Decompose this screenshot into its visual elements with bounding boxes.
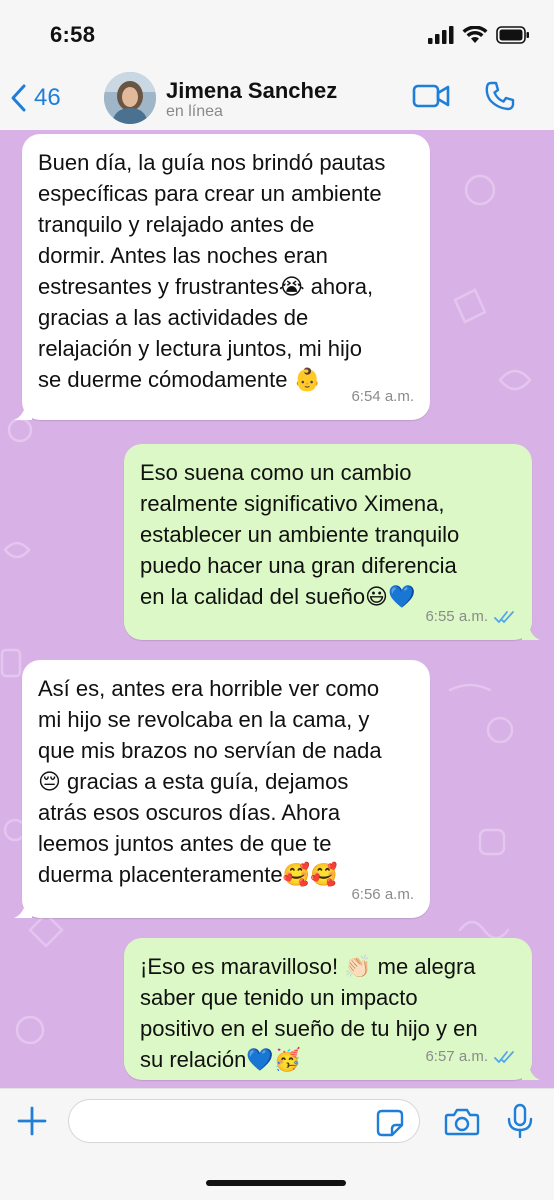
message-time: 6:55 a.m. xyxy=(425,608,488,625)
voice-call-button[interactable] xyxy=(484,80,516,117)
back-button[interactable]: 46 xyxy=(10,82,61,114)
message-incoming[interactable]: Así es, antes era horrible ver como mi h… xyxy=(14,660,430,918)
video-call-button[interactable] xyxy=(412,82,452,115)
status-bar: 6:58 xyxy=(0,0,554,70)
video-camera-icon xyxy=(412,84,450,108)
message-incoming[interactable]: Buen día, la guía nos brindó pautas espe… xyxy=(14,134,430,420)
camera-button[interactable] xyxy=(444,1107,480,1142)
message-meta: 6:55 a.m. xyxy=(425,601,516,632)
bubble-tail xyxy=(14,402,32,420)
message-text: Eso suena como un cambio realmente signi… xyxy=(140,460,460,609)
message-text: Así es, antes era horrible ver como mi h… xyxy=(38,676,382,887)
status-icons xyxy=(428,24,530,46)
sticker-button[interactable] xyxy=(376,1109,404,1142)
avatar[interactable] xyxy=(104,72,156,124)
message-time: 6:56 a.m. xyxy=(351,886,414,903)
message-time: 6:57 a.m. xyxy=(425,1048,488,1065)
message-text: Buen día, la guía nos brindó pautas espe… xyxy=(38,150,386,392)
phone-icon xyxy=(485,81,515,111)
message-meta: 6:56 a.m. xyxy=(351,879,414,910)
message-outgoing[interactable]: Eso suena como un cambio realmente signi… xyxy=(124,444,540,640)
message-meta: 6:57 a.m. xyxy=(425,1041,516,1072)
message-meta: 6:54 a.m. xyxy=(351,381,414,412)
microphone-button[interactable] xyxy=(506,1103,534,1144)
bubble-tail xyxy=(522,1062,540,1080)
attach-button[interactable] xyxy=(16,1105,48,1142)
sticker-icon xyxy=(376,1109,404,1137)
bubble-tail xyxy=(522,622,540,640)
contact-name[interactable]: Jimena Sanchez xyxy=(166,78,337,104)
contact-status: en línea xyxy=(166,103,223,120)
plus-icon xyxy=(17,1106,47,1136)
avatar-photo xyxy=(104,72,156,124)
camera-icon xyxy=(444,1108,480,1136)
wifi-icon xyxy=(462,26,488,43)
double-check-icon xyxy=(494,610,514,623)
chevron-left-icon xyxy=(11,84,26,112)
status-time: 6:58 xyxy=(50,22,96,47)
microphone-icon xyxy=(507,1103,533,1139)
double-check-icon xyxy=(494,1050,514,1063)
battery-icon xyxy=(496,26,529,44)
bubble-tail xyxy=(14,900,32,918)
unread-count: 46 xyxy=(34,84,61,111)
home-indicator xyxy=(206,1180,346,1186)
cellular-signal-icon xyxy=(428,26,454,44)
chat-area[interactable]: Buen día, la guía nos brindó pautas espe… xyxy=(0,130,554,1088)
chat-header: 46 Jimena Sanchez en línea xyxy=(0,70,554,130)
message-outgoing[interactable]: ¡Eso es maravilloso! 👏🏻 me alegra saber … xyxy=(124,938,540,1080)
message-input[interactable] xyxy=(68,1099,420,1143)
message-time: 6:54 a.m. xyxy=(351,388,414,405)
